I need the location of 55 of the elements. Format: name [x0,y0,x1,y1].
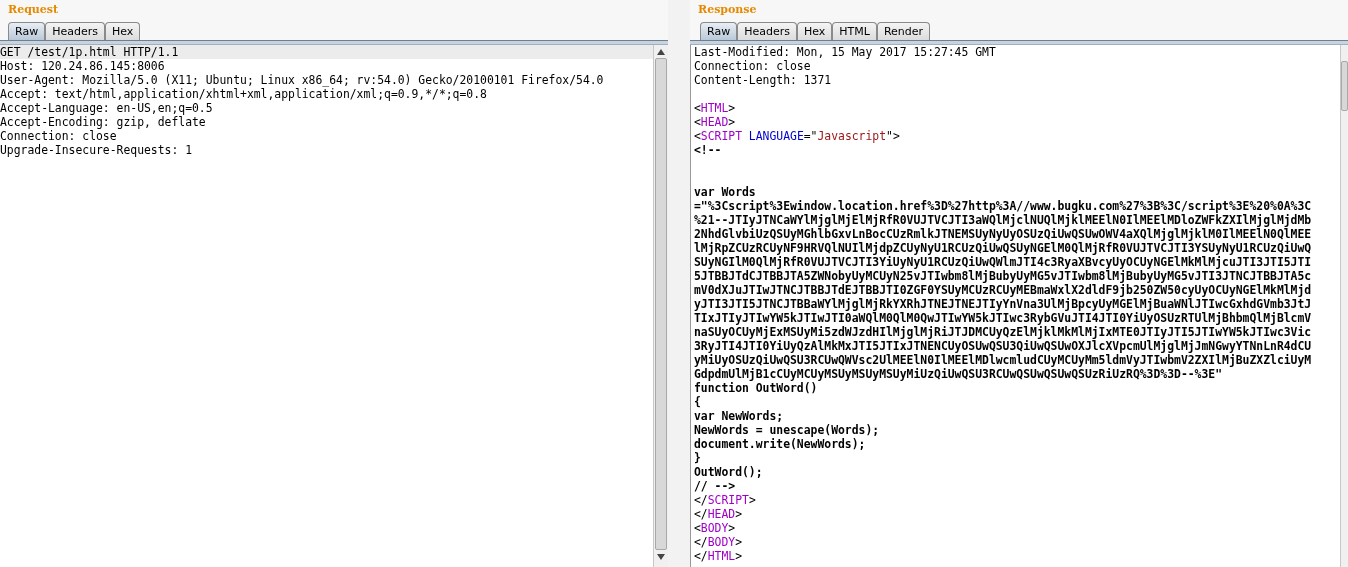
code-line: <HTML> [694,101,737,115]
view-tab[interactable]: Headers [45,22,105,40]
code-line: Accept-Encoding: gzip, deflate [0,115,207,129]
code-line: mV0dXJuJTIwJTNCJTBBJTdEJTBBJTI0ZGF0YSUyMCUzRCUyMEBmaWxlX2dldF9jb250ZW50cyUyOCUyNGElMkMlMjd [694,283,1313,297]
code-line: </HTML> [694,549,743,563]
code-line: </SCRIPT> [694,493,757,507]
code-line: Accept: text/html,application/xhtml+xml,application/xml;q=0.9,*/*;q=0.8 [0,87,488,101]
code-line: Last-Modified: Mon, 15 May 2017 15:27:45 GMT [694,45,997,59]
view-tab[interactable]: Hex [104,22,141,40]
code-line: TIxJTIyJTIwYW5kJTIwJTI0aWQlM0QlM0QwJTIwYW5kJTIwc3RybGVuJTI4JTI0YiUyOSUzRTUlMjBhbmQlMjBlcmV [694,311,1313,325]
scroll-up-icon[interactable] [657,48,665,55]
code-line: User-Agent: Mozilla/5.0 (X11; Ubuntu; Linux x86_64; rv:54.0) Gecko/20100101 Firefox/54.0 [0,73,605,87]
code-line: yJTI3JTI5JTNCJTBBaWYlMjglMjRkYXRhJTNEJTNEJTIyYnVna3UlMjBpcyUyMGElMjBuaWNlJTIwcGxhdGVmb3JtJ [694,297,1313,311]
code-line: var Words [694,185,757,199]
code-line: <!-- [694,143,723,157]
code-line: yMiUyOSUzQiUwQSU3RCUwQWVsc2UlMEElN0IlMEElMDlwcmludCUyMCUyMm5ldmVyJTIwbmV2ZXIlMjBuZXZlciUyM [694,353,1313,367]
code-line: Upgrade-Insecure-Requests: 1 [0,143,194,157]
view-tab[interactable]: Render [876,22,931,40]
pane-title: Response [698,2,757,16]
code-line: } [694,451,702,465]
code-line: Connection: close [0,129,118,143]
code-line: %21--JTIyJTNCaWYlMjglMjElMjRfR0VUJTVCJTI3aWQlMjclNUQlMjklMEElN0IlMEElMDloZWFkZXIlMjglMjdMb [694,213,1313,227]
vertical-scrollbar[interactable] [653,45,668,567]
code-line: <BODY> [694,521,737,535]
code-line: GdpdmUlMjB1cCUyMCUyMSUyMSUyMSUyMiUzQiUwQSU3RCUwQSUwQSUwQSUzRiUzRQ%3D%3D--%3E" [694,367,1224,381]
code-line: document.write(NewWords); [694,437,867,451]
view-tab[interactable]: Hex [796,22,833,40]
view-tab[interactable]: Headers [737,22,797,40]
code-line: NewWords = unescape(Words); [694,423,881,437]
code-line: 5JTBBJTdCJTBBJTA5ZWNobyUyMCUyN25vJTIwbm8lMjBubyUyMG5vJTIwbm8lMjBubyUyMG5vJTI3JTNCJTBBJTA5c [694,269,1313,283]
code-line: Host: 120.24.86.145:8006 [0,59,166,73]
code-line: 3RyJTI4JTI0YiUyQzAlMkMxJTI5JTIxJTNENCUyOSUwQSU3QiUwQSUwOXJlcXVpcmUlMjglMjJmNGwyYTNnLnR4dCU [694,339,1313,353]
code-line: SUyNGIlM0QlMjRfR0VUJTVCJTI3YiUyNyU1RCUzQiUwQWlmJTI4c3RyaXBvcyUyOCUyNGElMkMlMjcuJTI3JTI5JTI [694,255,1313,269]
code-line: </HEAD> [694,507,743,521]
code-line: </BODY> [694,535,743,549]
code-line: Connection: close [694,59,812,73]
code-line: lMjRpZCUzRCUyNF9HRVQlNUIlMjdpZCUyNyU1RCUzQiUwQSUyNGElM0QlMjRfR0VUJTVCJTI3YSUyNyU1RCUzQiUwQ [694,241,1313,255]
code-line: naSUyOCUyMjExMSUyMi5zdWJzdHIlMjglMjRiJTJDMCUyQzElMjklMkMlMjIxMTE0JTIyJTI5JTIwYW5kJTIwc3Vic [694,325,1313,339]
code-line: Content-Length: 1371 [694,73,833,87]
code-line: ="%3Cscript%3Ewindow.location.href%3D%27http%3A//www.bugku.com%27%3B%3C/script%3E%20%0A%3C [694,199,1313,213]
code-line: <HEAD> [694,115,737,129]
code-line: 2NhdGlvbiUzQSUyMGhlbGxvLnBocCUzRmlkJTNEMSUyNyUyOSUzQiUwQSUwOWV4aXQlMjglMjklM0IlMEElN0QlMEE [694,227,1313,241]
code-line: // --> [694,479,737,493]
scroll-down-icon[interactable] [657,553,665,560]
code-line: function OutWord() [694,381,819,395]
code-line: OutWord(); [694,465,764,479]
view-tab[interactable]: Raw [700,22,738,40]
view-tab[interactable]: HTML [832,22,877,40]
code-line: var NewWords; [694,409,785,423]
code-line: { [694,395,702,409]
code-line: <SCRIPT LANGUAGE="Javascript"> [694,129,901,143]
pane-title: Request [8,2,59,16]
vertical-scrollbar[interactable] [1340,45,1348,567]
code-line: Accept-Language: en-US,en;q=0.5 [0,101,214,115]
view-tab[interactable]: Raw [8,22,46,40]
